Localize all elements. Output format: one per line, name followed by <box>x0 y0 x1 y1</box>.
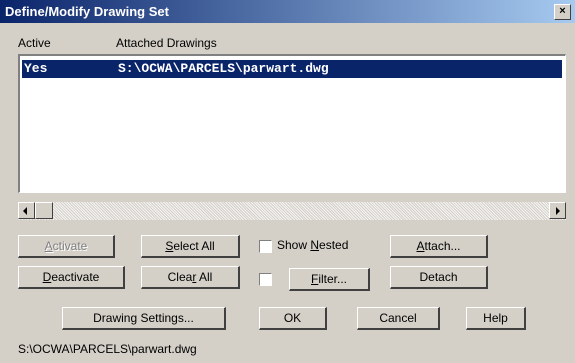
activate-mnemonic: A <box>44 239 53 253</box>
cancel-button[interactable]: Cancel <box>357 307 440 330</box>
arrow-right-icon <box>556 207 560 215</box>
column-header-attached-drawings[interactable]: Attached Drawings <box>116 36 217 50</box>
attach-label: ttach... <box>424 239 461 253</box>
status-path: S:\OCWA\PARCELS\parwart.dwg <box>18 342 197 356</box>
clear-all-label-end: All <box>196 270 213 284</box>
row-drawing-path: S:\OCWA\PARCELS\parwart.dwg <box>118 61 329 76</box>
select-all-label: elect All <box>173 239 215 253</box>
title-bar: Define/Modify Drawing Set × <box>0 0 575 23</box>
deactivate-label: eactivate <box>51 270 100 284</box>
define-modify-drawing-set-dialog: Define/Modify Drawing Set × Active Attac… <box>0 0 575 363</box>
activate-label: ctivate <box>52 239 88 253</box>
list-row[interactable]: Yes S:\OCWA\PARCELS\parwart.dwg <box>22 60 562 78</box>
scroll-right-button[interactable] <box>549 202 566 219</box>
drawings-list[interactable]: Yes S:\OCWA\PARCELS\parwart.dwg <box>18 54 566 193</box>
filter-checkbox[interactable] <box>259 273 272 286</box>
ok-button[interactable]: OK <box>259 307 327 330</box>
close-button[interactable]: × <box>554 4 571 20</box>
arrow-left-icon <box>23 207 27 215</box>
show-nested-mnemonic: N <box>310 238 320 252</box>
clear-all-button[interactable]: Clear All <box>141 266 240 289</box>
show-nested-text: Show <box>277 238 311 252</box>
scroll-left-button[interactable] <box>18 202 35 219</box>
deactivate-button[interactable]: Deactivate <box>18 266 125 289</box>
show-nested-label[interactable]: Show Nested <box>277 238 348 252</box>
attach-button[interactable]: Attach... <box>390 235 488 258</box>
help-button[interactable]: Help <box>466 307 526 330</box>
detach-button[interactable]: Detach <box>390 266 488 289</box>
row-active-value: Yes <box>24 61 48 76</box>
horizontal-scrollbar[interactable] <box>18 202 566 220</box>
select-all-button[interactable]: Select All <box>141 235 240 258</box>
activate-button[interactable]: Activate <box>18 235 115 258</box>
filter-label: ilter... <box>318 272 348 286</box>
show-nested-text-end: ested <box>319 238 349 252</box>
filter-button[interactable]: Filter... <box>289 268 370 291</box>
window-title: Define/Modify Drawing Set <box>5 4 169 19</box>
scroll-thumb[interactable] <box>35 202 53 219</box>
clear-all-label: Clea <box>167 270 193 284</box>
drawing-settings-button[interactable]: Drawing Settings... <box>62 307 226 330</box>
deactivate-mnemonic: D <box>42 270 52 284</box>
show-nested-checkbox[interactable] <box>259 240 272 253</box>
column-header-active[interactable]: Active <box>18 36 51 50</box>
